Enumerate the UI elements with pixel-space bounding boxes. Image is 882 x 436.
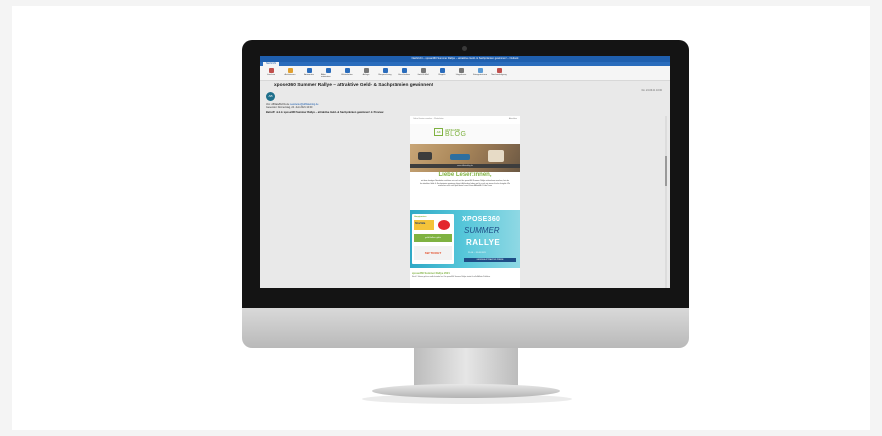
banner-title-1: XPOSE360 bbox=[462, 216, 501, 223]
category-icon bbox=[477, 68, 483, 73]
meeting-icon bbox=[382, 68, 388, 73]
rules-icon bbox=[439, 68, 445, 73]
ribbon-button[interactable]: Besprechung bbox=[378, 68, 392, 76]
newsletter-intro: mit dem heutigen Newsletter möchten wir … bbox=[420, 180, 510, 188]
junk-icon bbox=[420, 68, 426, 73]
move-icon bbox=[401, 68, 407, 73]
partner-card: Hauptpartner Shorfalia gelbGelber gibts … bbox=[412, 214, 454, 264]
ribbon-button-label: Löschen bbox=[266, 74, 276, 76]
monitor-stand-neck bbox=[414, 348, 518, 388]
banner-dates: 21.06. – 31.08.2021 bbox=[468, 252, 486, 254]
online-version-link[interactable]: Online-Version ansehen – Weiterleiten bbox=[413, 118, 444, 120]
phone-shape bbox=[450, 154, 470, 160]
unsubscribe-link[interactable]: Abmelden bbox=[509, 118, 517, 120]
ribbon-button-label: Junk-E-Mail bbox=[417, 74, 429, 76]
brand-name: Shorfalia bbox=[415, 222, 426, 225]
reply-icon bbox=[306, 68, 312, 73]
notebook-shape bbox=[488, 150, 504, 162]
ribbon-button[interactable]: Verschieben bbox=[397, 68, 411, 76]
scrollbar-thumb[interactable] bbox=[665, 156, 667, 186]
site-bar[interactable]: www.affiliateblog.de bbox=[410, 164, 520, 168]
ribbon-button[interactable]: Archivieren bbox=[283, 68, 297, 76]
card-label: Hauptpartner bbox=[414, 216, 427, 218]
banner-cta[interactable]: GEWINNE ATTRAKTIVE PREISE bbox=[464, 258, 516, 262]
archive-icon bbox=[287, 68, 293, 73]
ribbon-button-label: Regeln bbox=[438, 74, 446, 76]
ribbon-button-label: Allen antworten bbox=[321, 74, 331, 78]
section-text: Nach 2 Jahren geht es endlich wieder los… bbox=[412, 276, 491, 278]
newsletter-logo: A3 AFFILIATE BLOG bbox=[410, 124, 520, 172]
newsletter-body: Online-Version ansehen – Weiterleiten Ab… bbox=[410, 116, 520, 288]
ribbon-button-label: Weiterleiten bbox=[341, 74, 353, 76]
card-text: gelbGelber gibts bbox=[414, 234, 452, 242]
greeting: Liebe Leser:innen, bbox=[438, 172, 492, 178]
ribbon-button-label: Nachverfolgung bbox=[491, 74, 507, 76]
logo-line2: BLOG bbox=[445, 131, 467, 138]
reply-all-icon bbox=[325, 68, 331, 73]
sent-line: Gesendet: Donnerstag, 24. Juni 2021 10:0… bbox=[266, 106, 313, 110]
message-header: Von: AffiliateBLOG.de newsletter@affilia… bbox=[266, 103, 318, 109]
ribbon-button[interactable]: Ungelesen bbox=[454, 68, 468, 76]
ribbon-button-label: Kategorisieren bbox=[472, 74, 488, 76]
ribbon-button[interactable]: Junk-E-Mail bbox=[416, 68, 430, 76]
laptop-shape bbox=[418, 152, 432, 160]
ribbon-button[interactable]: Nachverfolgung bbox=[491, 68, 507, 76]
rallye-banner[interactable]: Hauptpartner Shorfalia gelbGelber gibts … bbox=[410, 210, 520, 268]
logo-mark: A3 bbox=[434, 128, 443, 136]
ribbon-button-label: Anlage bbox=[362, 74, 370, 76]
vodafone-icon bbox=[438, 220, 450, 230]
ribbon-toolbar: Löschen Archivieren Antworten Allen antwort… bbox=[260, 66, 670, 81]
avatar: AB bbox=[266, 92, 275, 101]
message-date: Do. 24.06.21 10:00 bbox=[641, 89, 662, 92]
section-title: xpose360 Summer Rallye 2021 bbox=[412, 272, 450, 275]
ribbon-button[interactable]: Anlage bbox=[359, 68, 373, 76]
ribbon-button-label: Archivieren bbox=[284, 74, 296, 76]
monitor-stand-base bbox=[372, 384, 560, 398]
camera-icon bbox=[462, 46, 467, 51]
trash-icon bbox=[268, 68, 274, 73]
window-title: Nachricht – xpose360 Summer Rallye – att… bbox=[411, 57, 519, 60]
message-subject: xpose360 Summer Rallye – attraktive Geld… bbox=[274, 83, 434, 88]
unread-icon bbox=[458, 68, 464, 73]
banner-title-2: SUMMER bbox=[464, 226, 500, 235]
ribbon-button[interactable]: Antworten bbox=[302, 68, 316, 76]
banner-title-3: RALLYE bbox=[466, 238, 501, 247]
stage: Nachricht – xpose360 Summer Rallye – att… bbox=[12, 6, 870, 430]
scrollbar-track[interactable] bbox=[665, 116, 667, 288]
ribbon-button[interactable]: Weiterleiten bbox=[340, 68, 354, 76]
ribbon-button[interactable]: Löschen bbox=[264, 68, 278, 76]
ribbon-button[interactable]: Regeln bbox=[435, 68, 449, 76]
ribbon-button-label: Verschieben bbox=[397, 74, 411, 76]
ribbon-button[interactable]: Kategorisieren bbox=[473, 68, 487, 76]
ribbon-button[interactable]: Allen antworten bbox=[321, 68, 335, 78]
monitor-chin bbox=[242, 308, 689, 348]
monitor-screen: Nachricht – xpose360 Summer Rallye – att… bbox=[260, 56, 670, 288]
ribbon-button-label: Antworten bbox=[304, 74, 314, 76]
attachment-icon bbox=[363, 68, 369, 73]
message-preview: Betreff: ☀☀☀ xpose360 Summer Rallye – at… bbox=[266, 111, 384, 114]
flag-icon bbox=[496, 68, 502, 73]
ticket-text: SW TICKET bbox=[414, 246, 452, 260]
newsletter-toplinks: Online-Version ansehen – Weiterleiten Ab… bbox=[410, 118, 520, 120]
ribbon-button-label: Besprechung bbox=[378, 74, 392, 76]
ribbon-button-label: Ungelesen bbox=[455, 74, 467, 76]
forward-icon bbox=[344, 68, 350, 73]
